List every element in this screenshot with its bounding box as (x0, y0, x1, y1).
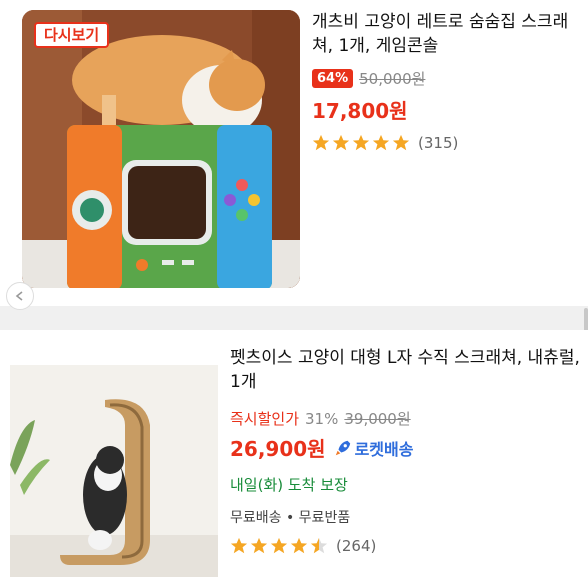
rating-row: (315) (312, 134, 582, 152)
product-image[interactable] (10, 365, 218, 577)
star-rating (230, 537, 328, 555)
star-icon (372, 134, 390, 151)
star-icon (230, 537, 248, 554)
delivery-guarantee: 내일(화) 도착 보장 (230, 476, 348, 494)
rocket-icon (335, 440, 350, 455)
star-icon (250, 537, 268, 554)
price-row: 64% 50,000원 (312, 68, 582, 89)
price-row: 즉시할인가 31% 39,000원 (230, 408, 580, 429)
rating-row: (264) (230, 537, 580, 555)
sale-price: 17,800원 (312, 99, 408, 123)
product-image[interactable] (22, 10, 300, 288)
product-title[interactable]: 펫츠이스 고양이 대형 L자 수직 스크래쳐, 내츄럴, 1개 (230, 346, 580, 394)
star-icon (290, 537, 308, 554)
star-icon (332, 134, 350, 151)
product-title[interactable]: 개츠비 고양이 레트로 숨숨집 스크래쳐, 1개, 게임콘솔 (312, 10, 582, 58)
product-card[interactable]: 펫츠이스 고양이 대형 L자 수직 스크래쳐, 내츄럴, 1개 즉시할인가 31… (0, 330, 588, 586)
original-price: 39,000원 (344, 410, 411, 428)
product-info: 개츠비 고양이 레트로 숨숨집 스크래쳐, 1개, 게임콘솔 64% 50,00… (312, 10, 582, 152)
star-rating (312, 134, 410, 152)
card-divider (0, 306, 588, 330)
review-count: (264) (336, 537, 377, 555)
product-card[interactable]: 다시보기 개츠비 고양이 레트로 숨숨집 스크래쳐, 1개, 게임콘솔 64% … (0, 0, 588, 310)
star-icon (352, 134, 370, 151)
original-price: 50,000원 (359, 70, 426, 88)
discount-badge: 64% (312, 69, 354, 88)
instant-discount-label: 즉시할인가 (230, 410, 300, 428)
sale-price: 26,900원 (230, 437, 326, 461)
rebuy-badge[interactable]: 다시보기 (34, 22, 110, 48)
rocket-delivery-badge: 로켓배송 (334, 436, 414, 460)
cat-console-scratcher-image (22, 10, 300, 288)
review-count: (315) (418, 134, 459, 152)
star-icon (312, 134, 330, 151)
product-info: 펫츠이스 고양이 대형 L자 수직 스크래쳐, 내츄럴, 1개 즉시할인가 31… (230, 346, 580, 555)
discount-percent: 31% (305, 409, 339, 428)
carousel-indicator-icon[interactable] (6, 282, 34, 310)
rocket-label: 로켓배송 (354, 439, 414, 459)
star-icon (270, 537, 288, 554)
shipping-info: 무료배송 • 무료반품 (230, 510, 351, 526)
star-icon (392, 134, 410, 151)
sale-row: 26,900원 로켓배송 (230, 433, 580, 462)
l-shaped-scratcher-image (10, 365, 218, 577)
star-half-icon (310, 537, 328, 554)
